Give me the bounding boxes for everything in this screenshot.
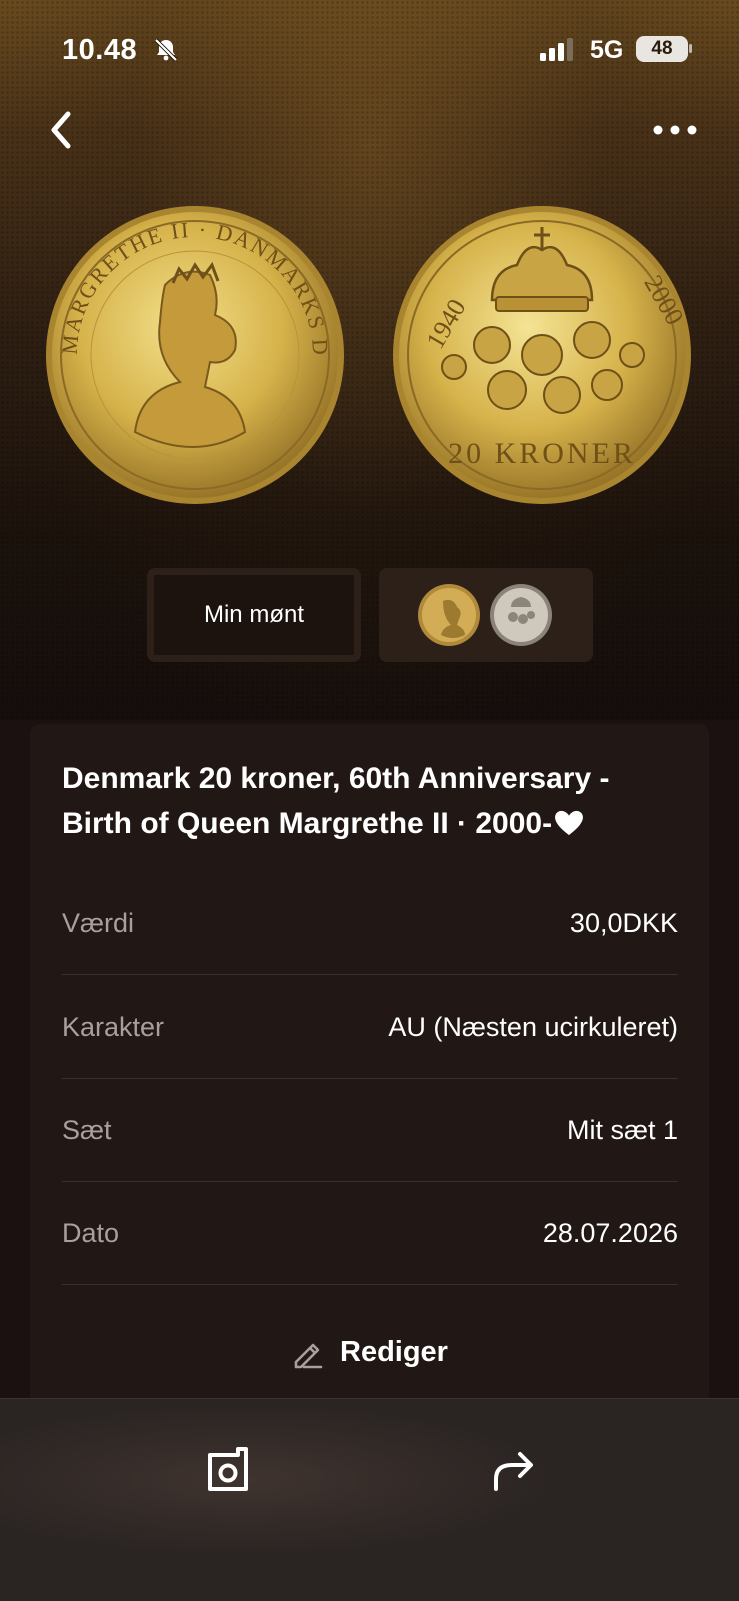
detail-value: 30,0DKK [569, 908, 678, 938]
bell-muted-icon [154, 38, 178, 62]
detail-value: Mit sæt 1 [566, 1115, 678, 1145]
coin-obverse-image[interactable]: MARGRETHE II · DANMARKS DRONNING [45, 205, 345, 505]
tab-reference-images[interactable] [379, 568, 593, 662]
battery-tip [689, 44, 692, 53]
coin-reverse-denomination: 20 KRONER [448, 437, 636, 470]
network-type: 5G [590, 36, 624, 64]
pencil-icon [294, 1343, 323, 1369]
bottom-toolbar [0, 1398, 739, 1601]
status-bar: 10.48 5G 48 [0, 0, 739, 100]
ellipsis-icon[interactable] [650, 116, 700, 144]
detail-label: Sæt [62, 1115, 112, 1145]
detail-row-date: Dato 28.07.2026 [62, 1180, 678, 1285]
detail-value: AU (Næsten ucirkuleret) [388, 1012, 678, 1042]
tab-my-coin-label: Min mønt [203, 601, 304, 628]
detail-row-grade: Karakter AU (Næsten ucirkuleret) [62, 974, 678, 1079]
heart-icon[interactable] [554, 810, 584, 836]
coin-detail-card: Denmark 20 kroner, 60th Anniversary - Bi… [30, 724, 709, 1424]
tab-my-coin[interactable]: Min mønt [147, 568, 361, 662]
coin-title: Denmark 20 kroner, 60th Anniversary - Bi… [62, 756, 682, 846]
detail-row-value: Værdi 30,0DKK [62, 870, 678, 975]
detail-label: Karakter [62, 1012, 165, 1042]
status-time: 10.48 [62, 34, 138, 66]
detail-row-set: Sæt Mit sæt 1 [62, 1077, 678, 1182]
detail-label: Dato [62, 1218, 120, 1248]
signal-icon [540, 38, 573, 61]
camera-photo-icon[interactable] [198, 1439, 258, 1499]
coin-reverse-image[interactable]: 1940 2000 20 KRONER [392, 205, 692, 505]
coin-title-text: Denmark 20 kroner, 60th Anniversary - Bi… [62, 762, 610, 840]
detail-value: 28.07.2026 [542, 1218, 678, 1248]
share-arrow-icon[interactable] [484, 1439, 544, 1499]
battery-indicator: 48 [636, 36, 688, 62]
reference-reverse-thumb [490, 584, 552, 646]
edit-button-label: Rediger [340, 1336, 448, 1368]
detail-label: Værdi [62, 908, 135, 938]
chevron-left-icon[interactable] [44, 108, 80, 152]
reference-obverse-thumb [418, 584, 480, 646]
